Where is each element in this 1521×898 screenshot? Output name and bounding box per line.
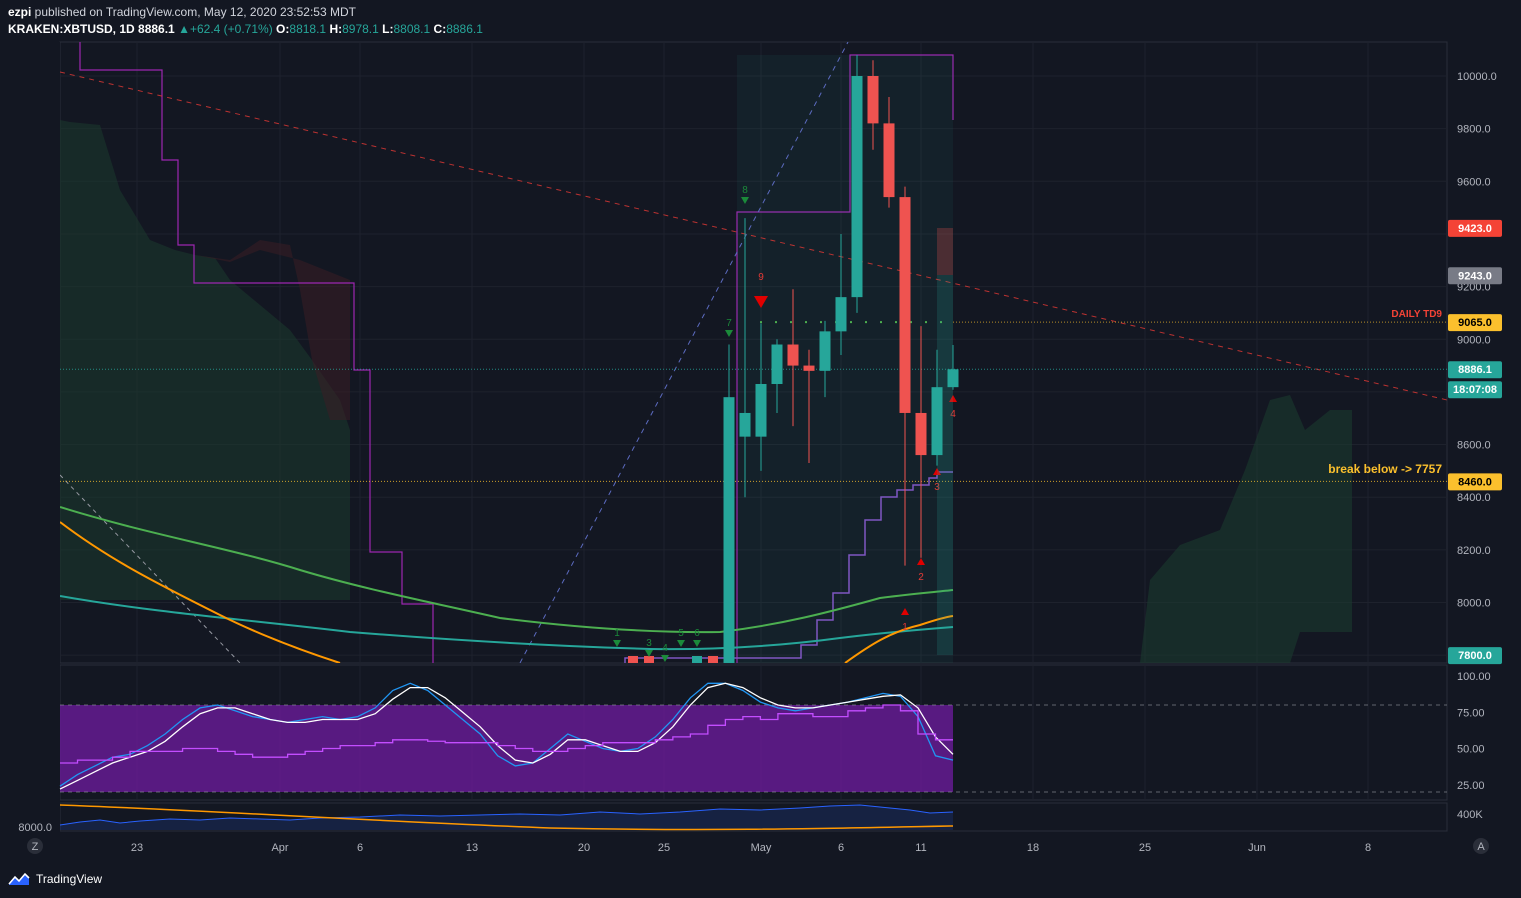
time-axis-label: 11 <box>915 842 926 854</box>
low-value: 8808.1 <box>393 22 431 36</box>
price-axis-tick-label: 10000.0 <box>1457 71 1497 83</box>
candle-body <box>883 123 895 198</box>
position-box <box>937 228 953 275</box>
brand-text: TradingView <box>36 872 103 886</box>
price-axis-label: 18:07:08 <box>1453 384 1497 396</box>
price-axis-tick-label: 8000.0 <box>1457 598 1491 610</box>
price-axis-tick-label: 8600.0 <box>1457 440 1491 452</box>
time-axis-label: Apr <box>271 842 288 854</box>
zoom-button-label: Z <box>32 841 39 853</box>
td-setup-count: 9 <box>758 272 764 283</box>
td-setup-count: 5 <box>678 628 684 639</box>
high-value: 8978.1 <box>342 22 379 36</box>
price-axis-label: 7800.0 <box>1458 650 1492 662</box>
annotation-break-below: break below -> 7757 <box>1328 462 1442 476</box>
footer <box>0 866 1521 898</box>
time-axis-label: May <box>751 842 772 854</box>
candle-partial <box>644 656 654 663</box>
td-setup-count: 7 <box>726 318 732 329</box>
candle-body <box>899 197 911 413</box>
td-setup-count: 3 <box>646 638 652 649</box>
time-axis-label: 23 <box>131 842 143 854</box>
candle-body <box>915 412 927 456</box>
published-text: published on TradingView.com, May 12, 20… <box>31 5 356 19</box>
td-setup-count: 2 <box>918 572 924 583</box>
position-box <box>937 275 953 655</box>
last-price: 8886.1 <box>138 22 175 36</box>
price-axis-label: 8460.0 <box>1458 476 1492 488</box>
price-axis-label: 8886.1 <box>1458 364 1492 376</box>
rsi-axis-tick-label: 75.00 <box>1457 707 1485 719</box>
time-axis-label: 6 <box>357 842 363 854</box>
volume-left-label: 8000.0 <box>18 822 52 834</box>
symbol-line: KRAKEN:XBTUSD, 1D 8886.1 ▲+62.4 (+0.71%)… <box>8 22 483 36</box>
td-setup-count: 1 <box>614 628 620 639</box>
time-axis-label: 6 <box>838 842 844 854</box>
candle-body <box>867 76 879 124</box>
time-axis-label: 20 <box>578 842 590 854</box>
up-arrow-icon: ▲ <box>178 22 190 36</box>
price-axis-label: 9243.0 <box>1458 270 1492 282</box>
td-setup-count: 8 <box>742 185 748 196</box>
time-axis-label: Jun <box>1248 842 1266 854</box>
time-axis-label: 18 <box>1027 842 1039 854</box>
rsi-axis-tick-label: 25.00 <box>1457 780 1485 792</box>
time-axis-label: 25 <box>658 842 670 854</box>
close-label: C: <box>433 22 447 36</box>
auto-scale-button[interactable]: A <box>1473 838 1489 854</box>
open-value: 8818.1 <box>289 22 327 36</box>
td-setup-count: 4 <box>662 643 668 654</box>
td-setup-count: 1 <box>902 622 908 633</box>
candle-body <box>739 412 751 437</box>
change-value: +62.4 (+0.71%) <box>189 22 273 36</box>
candle-body <box>787 344 799 366</box>
td-setup-count: 6 <box>694 628 700 639</box>
tradingview-icon <box>8 872 30 885</box>
symbol-label[interactable]: KRAKEN:XBTUSD, 1D <box>8 22 135 36</box>
author-name[interactable]: ezpi <box>8 5 31 19</box>
candle-partial <box>628 656 638 663</box>
chart-root: 1 3 4 5 6 7 8 9 1 2 3 4 DAILY TD9 break below -> 7757… <box>0 0 1521 898</box>
candle-body <box>835 297 847 332</box>
open-label: O: <box>276 22 290 36</box>
annotation-daily-td9: DAILY TD9 <box>1391 309 1442 320</box>
tradingview-logo[interactable]: TradingView <box>8 872 102 886</box>
chart-canvas[interactable]: 13 45 67891234DAILY TD9break below -> 7757… <box>0 0 1521 898</box>
candle-partial <box>708 656 718 663</box>
price-axis-tick-label: 9600.0 <box>1457 176 1491 188</box>
rsi-axis-tick-label: 50.00 <box>1457 744 1485 756</box>
candle-body <box>755 384 767 437</box>
candle-body <box>819 331 831 371</box>
volume-axis-tick-label: 400K <box>1457 809 1483 821</box>
price-axis-tick-label: 9800.0 <box>1457 124 1491 136</box>
price-axis-tick-label: 9000.0 <box>1457 334 1491 346</box>
auto-scale-label: A <box>1477 841 1485 853</box>
candle-body <box>851 76 863 298</box>
time-axis-label: 13 <box>466 842 478 854</box>
candle-body <box>771 344 783 385</box>
rsi-axis-tick-label: 100.00 <box>1457 671 1491 683</box>
candle-partial <box>692 656 702 663</box>
left-margin <box>0 42 60 863</box>
candle-body <box>723 397 735 663</box>
zoom-button[interactable]: Z <box>27 838 43 854</box>
price-axis-label: 9065.0 <box>1458 317 1492 329</box>
price-axis-tick-label: 8400.0 <box>1457 492 1491 504</box>
high-label: H: <box>329 22 343 36</box>
time-axis-label: 25 <box>1139 842 1151 854</box>
price-axis-tick-label: 8200.0 <box>1457 545 1491 557</box>
low-label: L: <box>382 22 394 36</box>
publish-line: ezpi published on TradingView.com, May 1… <box>8 5 356 19</box>
time-axis-label: 8 <box>1365 842 1371 854</box>
close-value: 8886.1 <box>446 22 483 36</box>
candle-body <box>803 365 815 371</box>
price-axis-label: 9423.0 <box>1458 223 1492 235</box>
